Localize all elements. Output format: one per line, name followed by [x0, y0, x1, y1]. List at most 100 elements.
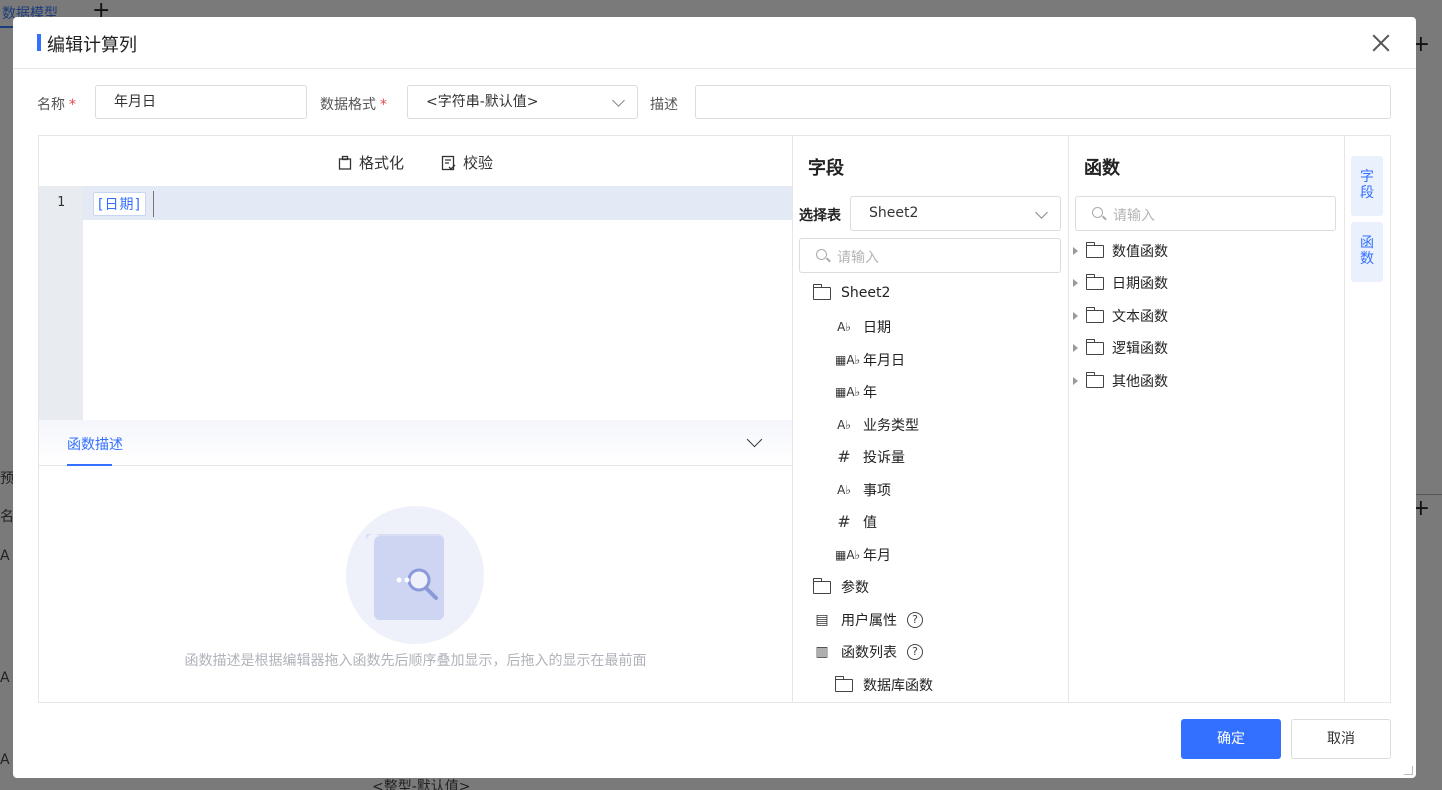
dialog-header: 编辑计算列 [13, 17, 1416, 69]
active-tab-indicator [67, 464, 112, 466]
chevron-down-icon[interactable] [746, 431, 763, 448]
side-tab-bar: 字段 函数 [1345, 136, 1391, 703]
name-input[interactable]: 年月日 [95, 85, 307, 119]
chevron-down-icon [612, 94, 625, 107]
caret-right-icon [1073, 344, 1078, 352]
format-label: 数据格式 * [320, 97, 387, 113]
tree-item-label: 函数列表 [841, 645, 897, 661]
function-description-header: 函数描述 [39, 420, 792, 466]
field-label: 值 [863, 515, 877, 531]
tree-item-label: 用户属性 [841, 613, 897, 629]
function-category[interactable]: 文本函数 [1073, 306, 1168, 326]
format-label: 格式化 [359, 154, 405, 172]
function-search-input[interactable]: 请输入 [1075, 196, 1336, 231]
date-text-field-icon: ▦A♭ [835, 385, 861, 399]
function-category-label: 其他函数 [1112, 374, 1168, 390]
format-button[interactable]: 格式化 [337, 152, 404, 173]
background-mark: 预 [0, 471, 14, 487]
text-cursor [153, 191, 154, 217]
resize-handle[interactable] [1404, 766, 1413, 775]
tab-functions-label: 函数 [1360, 235, 1374, 267]
tab-functions[interactable]: 函数 [1351, 222, 1383, 282]
search-placeholder: 请输入 [837, 250, 879, 266]
function-category[interactable]: 逻辑函数 [1073, 338, 1168, 358]
field-item[interactable]: ▦A♭ 年 [835, 382, 877, 402]
tree-item-sheet2[interactable]: Sheet2 [812, 283, 890, 301]
search-icon [816, 249, 827, 260]
editor-toolbar: 格式化 校验 [39, 136, 792, 186]
function-category-label: 文本函数 [1112, 309, 1168, 325]
active-line-highlight [83, 186, 792, 220]
folder-icon [1085, 338, 1104, 355]
tree-item-label: 数据库函数 [863, 678, 933, 694]
text-field-icon: A♭ [837, 320, 851, 334]
folder-icon [1085, 306, 1104, 323]
functions-title: 函数 [1084, 158, 1120, 179]
caret-right-icon [1073, 279, 1078, 287]
empty-state-illustration [346, 506, 484, 644]
background-mark: 名 [0, 509, 14, 525]
code-editor[interactable]: 1 [日期] [39, 186, 792, 420]
name-label: 名称 * [37, 97, 76, 113]
help-icon[interactable]: ? [907, 644, 923, 660]
folder-open-icon [812, 283, 831, 300]
description-input[interactable] [695, 85, 1391, 119]
field-item[interactable]: # 投诉量 [835, 447, 905, 467]
line-number: 1 [57, 195, 65, 210]
dialog-title: 编辑计算列 [37, 31, 137, 57]
cancel-button[interactable]: 取消 [1291, 719, 1391, 759]
fields-panel: 字段 选择表 Sheet2 请输入 Sheet2 A♭ 日期 ▦A♭ 年月日 ▦… [793, 136, 1069, 703]
function-list-icon: ▥ [815, 644, 829, 660]
empty-state-text: 函数描述是根据编辑器拖入函数先后顺序叠加显示，后拖入的显示在最前面 [184, 653, 647, 669]
confirm-button[interactable]: 确定 [1181, 719, 1281, 759]
editor-workspace: 格式化 校验 1 [日期] 函数描述 函数描述是根据编辑器拖入函数先后顺序叠加显… [38, 135, 1391, 703]
format-icon [338, 155, 352, 170]
field-label: 日期 [863, 320, 891, 336]
validate-button[interactable]: 校验 [441, 152, 493, 173]
field-token[interactable]: [日期] [93, 192, 146, 216]
table-select[interactable]: Sheet2 [850, 196, 1061, 231]
form-row: 名称 * 年月日 数据格式 * <字符串-默认值> 描述 [37, 85, 1391, 121]
caret-right-icon [1073, 377, 1078, 385]
tree-item-function-list[interactable]: ▥ 函数列表 ? [813, 642, 923, 662]
search-placeholder: 请输入 [1113, 208, 1155, 224]
format-select-value: <字符串-默认值> [426, 94, 539, 110]
help-icon[interactable]: ? [907, 612, 923, 628]
function-category[interactable]: 其他函数 [1073, 371, 1168, 391]
close-icon[interactable] [1372, 34, 1390, 52]
user-attribute-icon: ▤ [815, 612, 829, 628]
function-category-label: 逻辑函数 [1112, 341, 1168, 357]
text-field-icon: A♭ [837, 483, 851, 497]
field-item[interactable]: ▦A♭ 年月 [835, 545, 891, 565]
validate-label: 校验 [463, 154, 494, 172]
field-label: 年月日 [863, 353, 905, 369]
field-item[interactable]: ▦A♭ 年月日 [835, 350, 905, 370]
tab-fields[interactable]: 字段 [1351, 156, 1383, 216]
field-item[interactable]: # 值 [835, 512, 877, 532]
field-label: 投诉量 [863, 450, 905, 466]
field-label: 业务类型 [863, 418, 919, 434]
field-item[interactable]: A♭ 业务类型 [835, 415, 919, 435]
tree-item-database-functions[interactable]: 数据库函数 [834, 675, 933, 695]
tree-item-parameters[interactable]: 参数 [812, 577, 869, 597]
function-category[interactable]: 数值函数 [1073, 241, 1168, 261]
field-item[interactable]: A♭ 事项 [835, 480, 891, 500]
folder-icon [1085, 371, 1104, 388]
function-category[interactable]: 日期函数 [1073, 273, 1168, 293]
tab-fields-label: 字段 [1360, 169, 1374, 201]
functions-panel: 函数 请输入 数值函数 日期函数 文本函数 逻辑函数 其他函数 [1069, 136, 1345, 703]
field-search-input[interactable]: 请输入 [799, 238, 1061, 273]
caret-right-icon [1073, 312, 1078, 320]
tab-function-description[interactable]: 函数描述 [67, 434, 123, 454]
background-mark: A [0, 752, 10, 768]
tree-item-user-attributes[interactable]: ▤ 用户属性 ? [813, 610, 923, 630]
tree-item-label: 参数 [841, 580, 869, 596]
edit-calculated-column-dialog: 编辑计算列 名称 * 年月日 数据格式 * <字符串-默认值> 描述 格式化 校验 [13, 17, 1416, 778]
field-item[interactable]: A♭ 日期 [835, 317, 891, 337]
background-mark: A [0, 670, 10, 686]
folder-icon [834, 675, 853, 692]
field-label: 年月 [863, 548, 891, 564]
format-select[interactable]: <字符串-默认值> [407, 85, 638, 119]
text-field-icon: A♭ [837, 418, 851, 432]
table-select-value: Sheet2 [869, 205, 919, 221]
